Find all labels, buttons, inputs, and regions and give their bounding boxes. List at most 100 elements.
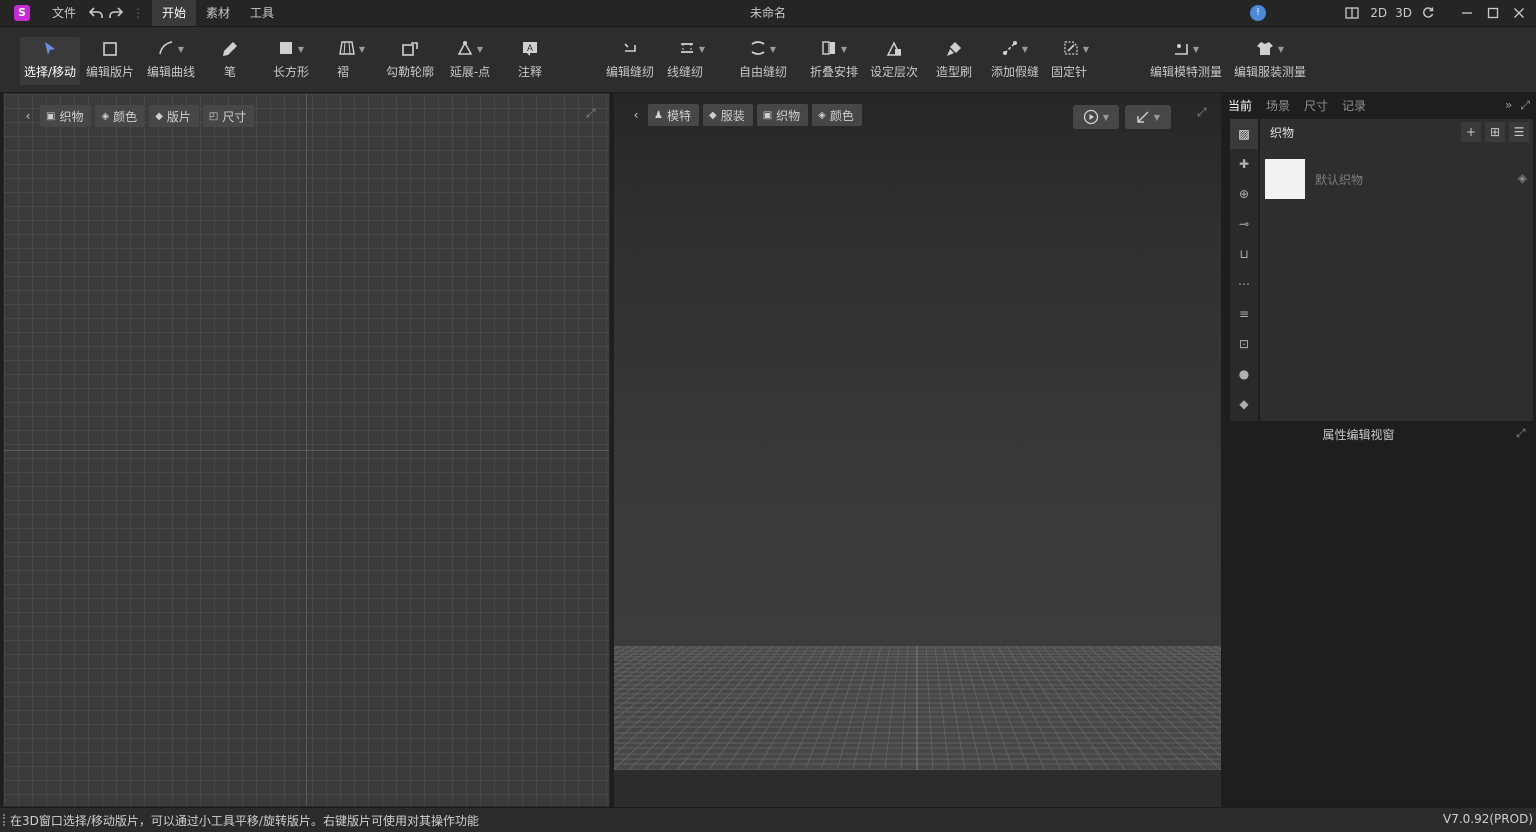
grid-view-icon[interactable]: ⊞ <box>1485 122 1505 142</box>
tape-category-icon[interactable]: ⊡ <box>1230 329 1258 359</box>
tool-pleat[interactable]: ▼ 褶 <box>334 37 370 85</box>
chevron-down-icon[interactable]: ▼ <box>1193 45 1199 54</box>
tool-line-sewing[interactable]: ▼ 线缝纫 <box>667 37 714 85</box>
tool-label: 延展-点 <box>449 65 491 79</box>
viewport-3d[interactable]: ‹ ♟ 模特 ◆ 服装 ▣ 织物 ◈ 颜色 ▼ ▼ ⤢ <box>614 93 1221 807</box>
pattern-window-2d[interactable]: ‹ ▣ 织物 ◈ 颜色 ◆ 版片 ◰ 尺寸 ⤢ <box>3 93 610 807</box>
chevron-down-icon[interactable]: ▼ <box>1022 45 1028 54</box>
tool-rectangle[interactable]: ▼ 长方形 <box>270 37 312 85</box>
expand-icon[interactable]: ⤢ <box>1520 98 1530 113</box>
add-icon[interactable]: + <box>1461 122 1481 142</box>
expand-icon[interactable]: ⤢ <box>1197 105 1207 120</box>
list-item[interactable]: 默认织物 ◈ <box>1265 159 1531 199</box>
chip-pattern[interactable]: ◆ 版片 <box>149 105 199 127</box>
tool-label: 自由缝纫 <box>738 65 787 79</box>
status-message: 在3D窗口选择/移动版片，可以通过小工具平移/旋转版片。右键版片可使用对其操作功… <box>10 813 479 828</box>
tool-avatar-measure[interactable]: ▼ 编辑模特测量 <box>1148 37 1224 85</box>
chevron-down-icon[interactable]: ▼ <box>178 45 184 54</box>
view-2d-button[interactable]: 2D <box>1370 6 1387 20</box>
tool-add-tack[interactable]: ▼ 添加假缝 <box>988 37 1042 85</box>
title-bar: S 文件 ⋮ 开始 素材 工具 未命名 ! 2D 3D <box>0 0 1536 26</box>
tool-garment-measure[interactable]: ▼ 编辑服装测量 <box>1232 37 1308 85</box>
layers-icon[interactable]: ◈ <box>1518 171 1527 185</box>
grip-handle[interactable] <box>3 814 5 826</box>
button-category-icon[interactable]: ⊕ <box>1230 179 1258 209</box>
chevron-down-icon[interactable]: ▼ <box>1278 45 1284 54</box>
fabric-category-icon[interactable]: ▨ <box>1230 119 1258 149</box>
chip-fabric[interactable]: ▣ 织物 <box>756 104 809 126</box>
expand-icon[interactable]: ⤢ <box>586 106 596 121</box>
tool-edit-pattern[interactable]: 编辑版片 <box>84 37 136 85</box>
refresh-icon[interactable] <box>1420 5 1436 21</box>
app-logo-icon: S <box>14 5 30 21</box>
collapse-chips-button[interactable]: ‹ <box>20 105 36 127</box>
double-chevron-icon[interactable]: » <box>1505 98 1512 112</box>
tool-edit-curve[interactable]: ▼ 编辑曲线 <box>144 37 198 85</box>
undo-icon[interactable] <box>88 5 104 21</box>
topstitch-category-icon[interactable]: ⋯ <box>1230 269 1258 299</box>
zipper-category-icon[interactable]: ⊔ <box>1230 239 1258 269</box>
layout-split-icon[interactable] <box>1344 5 1360 21</box>
tool-free-sewing[interactable]: ▼ 自由缝纫 <box>736 37 790 85</box>
maximize-button[interactable] <box>1480 0 1506 26</box>
tool-trace-outline[interactable]: 勾勒轮廓 <box>384 37 436 85</box>
chevron-down-icon[interactable]: ▼ <box>1083 45 1089 54</box>
tab-size[interactable]: 尺寸 <box>1297 97 1335 114</box>
tool-select-move[interactable]: 选择/移动 <box>20 37 80 85</box>
avatar-category-icon[interactable]: ● <box>1230 359 1258 389</box>
tab-materials[interactable]: 素材 <box>196 0 240 26</box>
tool-fold-arrange[interactable]: ▼ 折叠安排 <box>808 37 860 85</box>
close-button[interactable] <box>1506 0 1532 26</box>
tool-label: 编辑服装测量 <box>1233 65 1306 79</box>
expand-icon[interactable]: ⤢ <box>1516 426 1526 441</box>
tool-label: 编辑模特测量 <box>1149 65 1222 79</box>
fold-arrange-icon <box>821 40 837 59</box>
chevron-down-icon[interactable]: ▼ <box>298 45 304 54</box>
size-icon: ◰ <box>208 110 219 122</box>
puzzle-category-icon[interactable]: ✚ <box>1230 149 1258 179</box>
needle-category-icon[interactable]: ⊸ <box>1230 209 1258 239</box>
chip-color[interactable]: ◈ 颜色 <box>95 105 146 127</box>
redo-icon[interactable] <box>108 5 124 21</box>
chip-color[interactable]: ◈ 颜色 <box>812 104 862 126</box>
tool-pin[interactable]: ▼ 固定针 <box>1051 37 1098 85</box>
chip-fabric[interactable]: ▣ 织物 <box>40 105 92 127</box>
chip-size[interactable]: ◰ 尺寸 <box>202 105 255 127</box>
view-3d-button[interactable]: 3D <box>1395 6 1412 20</box>
tool-edit-sewing[interactable]: 编辑缝纫 <box>604 37 656 85</box>
menu-file[interactable]: 文件 <box>42 0 86 26</box>
chevron-down-icon[interactable]: ▼ <box>1103 113 1109 122</box>
tab-scene[interactable]: 场景 <box>1259 97 1297 114</box>
chevron-down-icon[interactable]: ▼ <box>699 45 705 54</box>
chevron-down-icon[interactable]: ▼ <box>770 45 776 54</box>
tool-pen[interactable]: 笔 <box>214 37 246 85</box>
chevron-down-icon[interactable]: ▼ <box>477 45 483 54</box>
main-toolbar: 选择/移动 编辑版片 ▼ 编辑曲线 笔 ▼ 长方形 ▼ 褶 勾勒轮廓 ▼ 延展-… <box>0 26 1536 92</box>
chevron-down-icon[interactable]: ▼ <box>1154 113 1160 122</box>
chip-avatar[interactable]: ♟ 模特 <box>648 104 699 126</box>
tab-start[interactable]: 开始 <box>152 0 197 26</box>
collapse-chips-button[interactable]: ‹ <box>628 104 644 126</box>
tab-current[interactable]: 当前 <box>1221 97 1259 114</box>
object-type-sidebar: ▨ ✚ ⊕ ⊸ ⊔ ⋯ ≡ ⊡ ● ◆ <box>1230 119 1258 421</box>
list-view-icon[interactable]: ☰ <box>1509 122 1529 142</box>
minimize-button[interactable] <box>1454 0 1480 26</box>
chevron-down-icon[interactable]: ▼ <box>841 45 847 54</box>
gizmo-button[interactable]: ▼ <box>1125 105 1171 129</box>
seam-category-icon[interactable]: ≡ <box>1230 299 1258 329</box>
object-category-icon[interactable]: ◆ <box>1230 389 1258 419</box>
tab-history[interactable]: 记录 <box>1335 97 1373 114</box>
simulation-button[interactable]: ▼ <box>1073 105 1119 129</box>
chip-garment[interactable]: ◆ 服装 <box>702 104 753 126</box>
tool-annotation[interactable]: A 注释 <box>514 37 546 85</box>
tool-set-layer[interactable]: 设定层次 <box>868 37 920 85</box>
chevron-down-icon[interactable]: ▼ <box>359 45 365 54</box>
tool-extend-point[interactable]: ▼ 延展-点 <box>446 37 494 85</box>
svg-text:A: A <box>527 43 533 53</box>
info-icon[interactable]: ! <box>1250 5 1266 21</box>
tool-shape-brush[interactable]: 造型刷 <box>934 37 974 85</box>
tool-label: 固定针 <box>1051 65 1088 79</box>
pen-icon <box>222 37 238 61</box>
property-editor-title: 属性编辑视窗 <box>1322 428 1395 442</box>
tab-tools[interactable]: 工具 <box>240 0 284 26</box>
